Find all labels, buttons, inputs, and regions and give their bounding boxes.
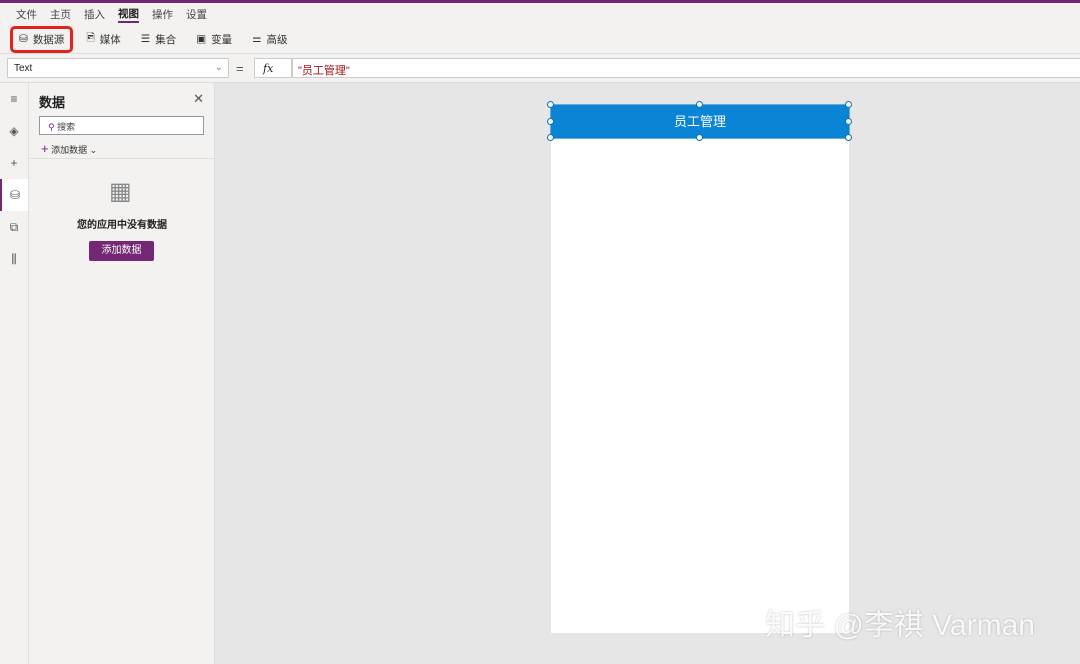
plus-icon[interactable]: +: [0, 147, 28, 179]
collections-label: 集合: [155, 33, 177, 46]
panel-title: 数据: [39, 95, 66, 110]
chevron-down-icon: ⌄: [89, 145, 98, 155]
menu-insert[interactable]: 插入: [84, 7, 105, 22]
collections-button[interactable]: ☰ 集合: [134, 28, 183, 51]
database-icon: ⛁: [19, 33, 28, 45]
app-screen[interactable]: [551, 105, 849, 633]
variable-icon: ▣: [196, 33, 207, 45]
fx-button[interactable]: fx: [254, 58, 292, 78]
hamburger-icon[interactable]: ≡: [0, 83, 28, 115]
sliders-icon: ⚌: [252, 33, 262, 45]
toolbar: ⛁ 数据源 🖻 媒体 ☰ 集合 ▣ 变量 ⚌ 高级: [0, 25, 1080, 54]
list-icon: ☰: [140, 33, 151, 45]
resize-handle[interactable]: [547, 134, 554, 141]
menu-action[interactable]: 操作: [152, 7, 173, 22]
divider: [29, 158, 215, 159]
variables-button[interactable]: ▣ 变量: [189, 28, 239, 51]
resize-handle[interactable]: [845, 101, 852, 108]
resize-handle[interactable]: [547, 118, 554, 125]
menu-view[interactable]: 视图: [118, 6, 139, 23]
menu-home[interactable]: 主页: [50, 7, 71, 22]
property-value: Text: [14, 63, 33, 74]
resize-handle[interactable]: [696, 134, 703, 141]
table-icon: ▦: [109, 178, 132, 205]
resize-handle[interactable]: [547, 101, 554, 108]
watermark: 知乎 @李祺 Varman: [765, 609, 1035, 642]
media-icon: 🖻: [86, 32, 95, 44]
search-input[interactable]: ⚲ 搜索: [39, 116, 204, 135]
empty-message: 您的应用中没有数据: [77, 220, 167, 231]
search-placeholder: 搜索: [57, 122, 76, 132]
resize-handle[interactable]: [845, 134, 852, 141]
data-panel: 数据 ✕ ⚲ 搜索 + 添加数据 ⌄ ▦ 您的应用中没有数据 添加数据: [29, 83, 215, 664]
plus-icon: +: [41, 141, 49, 156]
advanced-label: 高级: [266, 33, 288, 46]
variables-label: 变量: [211, 33, 233, 46]
formula-input[interactable]: "员工管理": [292, 58, 1080, 78]
menu-settings[interactable]: 设置: [186, 7, 207, 22]
datasource-label: 数据源: [32, 33, 65, 46]
search-icon: ⚲: [48, 122, 58, 132]
resize-handle[interactable]: [696, 101, 703, 108]
menu-file[interactable]: 文件: [16, 7, 37, 22]
add-data-menu[interactable]: + 添加数据 ⌄: [41, 141, 97, 156]
menu-bar: 文件 主页 插入 视图 操作 设置: [0, 3, 1080, 25]
advanced-button[interactable]: ⚌ 高级: [245, 28, 294, 51]
media-label: 媒体: [99, 33, 121, 46]
media-button[interactable]: 🖻 媒体: [79, 26, 127, 52]
equals-sign: =: [236, 61, 244, 76]
property-dropdown[interactable]: Text ⌄: [7, 58, 229, 78]
media-icon[interactable]: ⧉: [0, 211, 28, 243]
fx-icon: fx: [263, 62, 274, 75]
add-data-label: 添加数据: [51, 145, 88, 155]
formula-bar: Text ⌄ = fx "员工管理": [0, 54, 1080, 83]
left-rail: ≡ ◈ + ⛁ ⧉ ⫼: [0, 83, 29, 664]
close-icon[interactable]: ✕: [193, 91, 204, 107]
add-data-button[interactable]: 添加数据: [89, 241, 154, 261]
resize-handle[interactable]: [845, 118, 852, 125]
tools-icon[interactable]: ⫼: [0, 243, 28, 275]
chevron-down-icon: ⌄: [214, 62, 223, 73]
datasource-button[interactable]: ⛁ 数据源: [10, 25, 74, 53]
database-icon[interactable]: ⛁: [0, 179, 28, 211]
layers-icon[interactable]: ◈: [0, 115, 28, 147]
